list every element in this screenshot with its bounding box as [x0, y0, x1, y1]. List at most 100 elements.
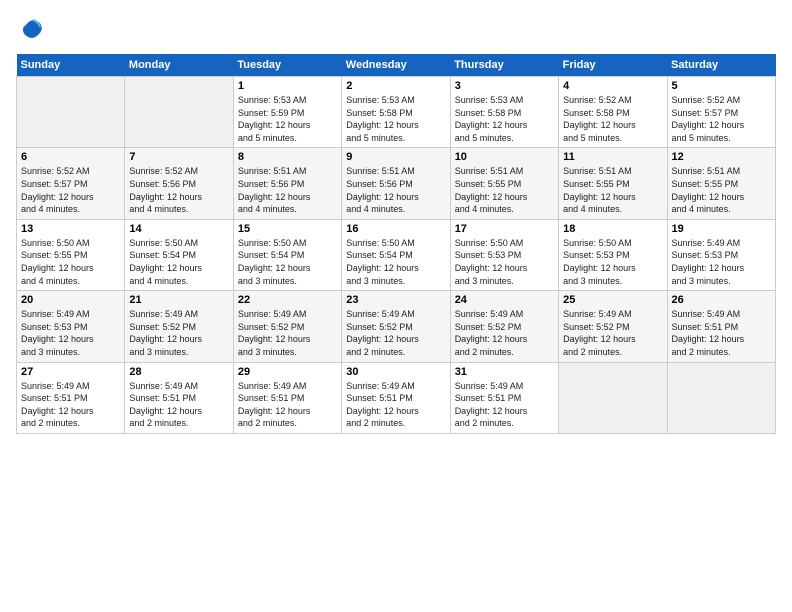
day-number: 8: [238, 151, 337, 163]
day-info: Sunrise: 5:49 AM Sunset: 5:51 PM Dayligh…: [129, 380, 228, 430]
day-cell: 12 Sunrise: 5:51 AM Sunset: 5:55 PM Dayli…: [667, 148, 775, 219]
day-info: Sunrise: 5:49 AM Sunset: 5:51 PM Dayligh…: [21, 380, 120, 430]
day-info: Sunrise: 5:49 AM Sunset: 5:52 PM Dayligh…: [238, 308, 337, 358]
day-cell: 6 Sunrise: 5:52 AM Sunset: 5:57 PM Daylig…: [17, 148, 125, 219]
day-cell: 11 Sunrise: 5:51 AM Sunset: 5:55 PM Dayli…: [559, 148, 667, 219]
day-cell: 27Sunrise: 5:49 AM Sunset: 5:51 PM Dayli…: [17, 362, 125, 433]
day-number: 4: [563, 80, 662, 92]
day-cell: 29 Sunrise: 5:49 AM Sunset: 5:51 PM Dayli…: [233, 362, 341, 433]
page-header: [16, 16, 776, 44]
day-number: 31: [455, 366, 554, 378]
day-cell: 26 Sunrise: 5:49 AM Sunset: 5:51 PM Dayli…: [667, 291, 775, 362]
day-number: 20: [21, 294, 120, 306]
day-cell: 21 Sunrise: 5:49 AM Sunset: 5:52 PM Dayli…: [125, 291, 233, 362]
day-cell: 31 Sunrise: 5:49 AM Sunset: 5:51 PM Dayli…: [450, 362, 558, 433]
day-number: 24: [455, 294, 554, 306]
day-cell: [667, 362, 775, 433]
day-info: Sunrise: 5:52 AM Sunset: 5:57 PM Dayligh…: [672, 94, 771, 144]
day-info: Sunrise: 5:50 AM Sunset: 5:54 PM Dayligh…: [238, 237, 337, 287]
day-number: 9: [346, 151, 445, 163]
day-info: Sunrise: 5:51 AM Sunset: 5:56 PM Dayligh…: [346, 165, 445, 215]
day-number: 18: [563, 223, 662, 235]
day-number: 15: [238, 223, 337, 235]
weekday-header-wednesday: Wednesday: [342, 54, 450, 77]
day-number: 22: [238, 294, 337, 306]
day-number: 3: [455, 80, 554, 92]
day-info: Sunrise: 5:49 AM Sunset: 5:52 PM Dayligh…: [129, 308, 228, 358]
day-cell: 15 Sunrise: 5:50 AM Sunset: 5:54 PM Dayli…: [233, 219, 341, 290]
day-cell: 25 Sunrise: 5:49 AM Sunset: 5:52 PM Dayli…: [559, 291, 667, 362]
day-info: Sunrise: 5:49 AM Sunset: 5:51 PM Dayligh…: [455, 380, 554, 430]
day-number: 6: [21, 151, 120, 163]
day-number: 5: [672, 80, 771, 92]
day-number: 16: [346, 223, 445, 235]
day-number: 7: [129, 151, 228, 163]
week-row-3: 13 Sunrise: 5:50 AM Sunset: 5:55 PM Dayli…: [17, 219, 776, 290]
day-number: 11: [563, 151, 662, 163]
day-info: Sunrise: 5:51 AM Sunset: 5:55 PM Dayligh…: [672, 165, 771, 215]
weekday-header-tuesday: Tuesday: [233, 54, 341, 77]
day-cell: 22 Sunrise: 5:49 AM Sunset: 5:52 PM Dayli…: [233, 291, 341, 362]
day-info: Sunrise: 5:51 AM Sunset: 5:55 PM Dayligh…: [563, 165, 662, 215]
weekday-header-thursday: Thursday: [450, 54, 558, 77]
day-info: Sunrise: 5:49 AM Sunset: 5:51 PM Dayligh…: [672, 308, 771, 358]
day-cell: 8 Sunrise: 5:51 AM Sunset: 5:56 PM Daylig…: [233, 148, 341, 219]
day-info: Sunrise: 5:49 AM Sunset: 5:52 PM Dayligh…: [563, 308, 662, 358]
day-cell: 2 Sunrise: 5:53 AM Sunset: 5:58 PM Daylig…: [342, 77, 450, 148]
day-info: Sunrise: 5:49 AM Sunset: 5:53 PM Dayligh…: [21, 308, 120, 358]
day-cell: 9 Sunrise: 5:51 AM Sunset: 5:56 PM Daylig…: [342, 148, 450, 219]
day-info: Sunrise: 5:49 AM Sunset: 5:52 PM Dayligh…: [346, 308, 445, 358]
day-number: 2: [346, 80, 445, 92]
week-row-5: 27Sunrise: 5:49 AM Sunset: 5:51 PM Dayli…: [17, 362, 776, 433]
day-cell: 13 Sunrise: 5:50 AM Sunset: 5:55 PM Dayli…: [17, 219, 125, 290]
day-cell: 14 Sunrise: 5:50 AM Sunset: 5:54 PM Dayli…: [125, 219, 233, 290]
day-cell: 17 Sunrise: 5:50 AM Sunset: 5:53 PM Dayli…: [450, 219, 558, 290]
weekday-header-monday: Monday: [125, 54, 233, 77]
day-info: Sunrise: 5:50 AM Sunset: 5:55 PM Dayligh…: [21, 237, 120, 287]
day-info: Sunrise: 5:49 AM Sunset: 5:51 PM Dayligh…: [346, 380, 445, 430]
day-info: Sunrise: 5:53 AM Sunset: 5:58 PM Dayligh…: [346, 94, 445, 144]
day-info: Sunrise: 5:52 AM Sunset: 5:58 PM Dayligh…: [563, 94, 662, 144]
day-number: 12: [672, 151, 771, 163]
day-info: Sunrise: 5:52 AM Sunset: 5:56 PM Dayligh…: [129, 165, 228, 215]
day-info: Sunrise: 5:49 AM Sunset: 5:51 PM Dayligh…: [238, 380, 337, 430]
calendar-table: SundayMondayTuesdayWednesdayThursdayFrid…: [16, 54, 776, 434]
logo-icon: [16, 16, 44, 44]
day-number: 13: [21, 223, 120, 235]
day-number: 30: [346, 366, 445, 378]
day-cell: 24Sunrise: 5:49 AM Sunset: 5:52 PM Dayli…: [450, 291, 558, 362]
day-number: 10: [455, 151, 554, 163]
day-cell: 1Sunrise: 5:53 AM Sunset: 5:59 PM Daylig…: [233, 77, 341, 148]
day-cell: [17, 77, 125, 148]
day-cell: 19 Sunrise: 5:49 AM Sunset: 5:53 PM Dayli…: [667, 219, 775, 290]
day-cell: 4 Sunrise: 5:52 AM Sunset: 5:58 PM Daylig…: [559, 77, 667, 148]
week-row-2: 6 Sunrise: 5:52 AM Sunset: 5:57 PM Daylig…: [17, 148, 776, 219]
day-number: 21: [129, 294, 228, 306]
day-cell: 28Sunrise: 5:49 AM Sunset: 5:51 PM Dayli…: [125, 362, 233, 433]
day-cell: 10Sunrise: 5:51 AM Sunset: 5:55 PM Dayli…: [450, 148, 558, 219]
week-row-4: 20 Sunrise: 5:49 AM Sunset: 5:53 PM Dayli…: [17, 291, 776, 362]
day-info: Sunrise: 5:49 AM Sunset: 5:53 PM Dayligh…: [672, 237, 771, 287]
day-info: Sunrise: 5:50 AM Sunset: 5:54 PM Dayligh…: [129, 237, 228, 287]
weekday-header-saturday: Saturday: [667, 54, 775, 77]
weekday-header-sunday: Sunday: [17, 54, 125, 77]
day-info: Sunrise: 5:51 AM Sunset: 5:56 PM Dayligh…: [238, 165, 337, 215]
weekday-header-row: SundayMondayTuesdayWednesdayThursdayFrid…: [17, 54, 776, 77]
logo: [16, 16, 48, 44]
day-info: Sunrise: 5:50 AM Sunset: 5:53 PM Dayligh…: [563, 237, 662, 287]
day-number: 25: [563, 294, 662, 306]
day-info: Sunrise: 5:50 AM Sunset: 5:54 PM Dayligh…: [346, 237, 445, 287]
day-info: Sunrise: 5:52 AM Sunset: 5:57 PM Dayligh…: [21, 165, 120, 215]
day-number: 14: [129, 223, 228, 235]
day-info: Sunrise: 5:50 AM Sunset: 5:53 PM Dayligh…: [455, 237, 554, 287]
day-info: Sunrise: 5:53 AM Sunset: 5:59 PM Dayligh…: [238, 94, 337, 144]
day-cell: 23Sunrise: 5:49 AM Sunset: 5:52 PM Dayli…: [342, 291, 450, 362]
day-cell: 3Sunrise: 5:53 AM Sunset: 5:58 PM Daylig…: [450, 77, 558, 148]
day-number: 17: [455, 223, 554, 235]
day-cell: 5 Sunrise: 5:52 AM Sunset: 5:57 PM Daylig…: [667, 77, 775, 148]
day-number: 29: [238, 366, 337, 378]
day-number: 26: [672, 294, 771, 306]
day-cell: [559, 362, 667, 433]
day-number: 19: [672, 223, 771, 235]
day-cell: 7 Sunrise: 5:52 AM Sunset: 5:56 PM Daylig…: [125, 148, 233, 219]
